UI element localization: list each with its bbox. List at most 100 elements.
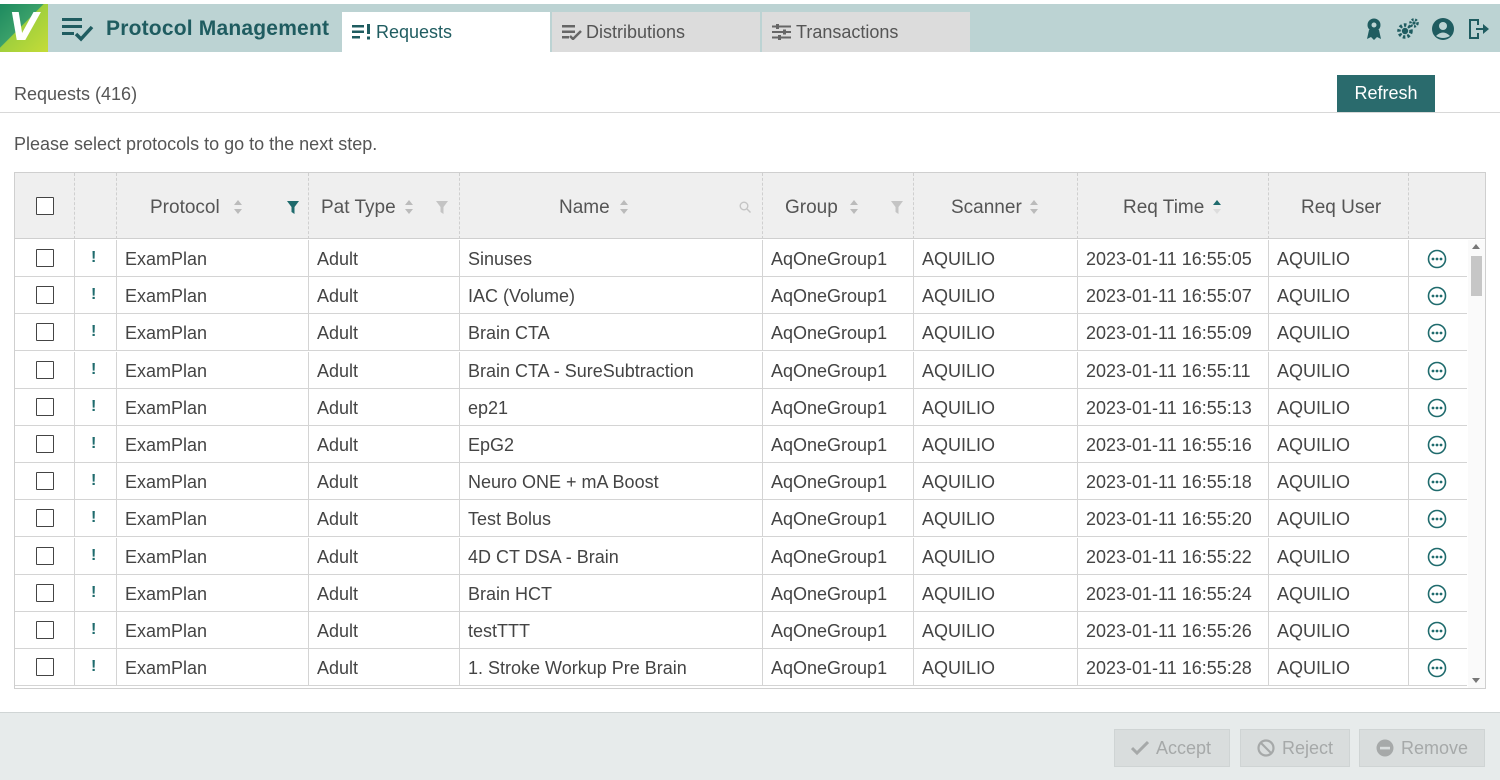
row-checkbox[interactable]	[36, 323, 54, 342]
name-value: testTTT	[468, 621, 530, 641]
actions-cell	[1409, 575, 1467, 612]
more-options-icon[interactable]	[1427, 509, 1447, 529]
sort-icon[interactable]	[1029, 199, 1039, 215]
remove-button[interactable]: Remove	[1359, 729, 1485, 767]
search-icon[interactable]	[739, 201, 751, 214]
sort-icon[interactable]	[849, 199, 859, 215]
column-name[interactable]: Name	[460, 173, 763, 239]
scanner-value: AQUILIO	[922, 323, 996, 344]
more-options-icon[interactable]	[1427, 658, 1447, 678]
row-checkbox[interactable]	[36, 621, 54, 639]
column-req-user[interactable]: Req User	[1269, 173, 1409, 239]
row-checkbox[interactable]	[36, 249, 54, 267]
header-select-cell	[15, 173, 75, 239]
status-cell: !	[75, 463, 117, 501]
table-row[interactable]: ! ExamPlan Adult Brain CTA AqOneGroup1 AQUILI…	[15, 314, 1467, 352]
table-row[interactable]: ! ExamPlan Adult Brain HCT AqOneGroup1 AQUILI…	[15, 574, 1467, 612]
filter-icon[interactable]	[891, 201, 903, 214]
table-row[interactable]: ! ExamPlan Adult Sinuses AqOneGroup1 AQUILIO 2…	[15, 240, 1467, 277]
table-row[interactable]: ! ExamPlan Adult Brain CTA - SureSubtractio…	[15, 351, 1467, 389]
app-logo: V	[0, 4, 48, 52]
cell-req-user: AQUILIO	[1269, 426, 1409, 463]
column-protocol[interactable]: Protocol	[117, 173, 309, 239]
cell-req-user: AQUILIO	[1269, 388, 1409, 426]
more-options-icon[interactable]	[1427, 323, 1447, 343]
cell-req-time: 2023-01-11 16:55:11	[1078, 351, 1269, 389]
row-checkbox[interactable]	[36, 546, 54, 565]
tab-transactions[interactable]: Transactions	[762, 12, 970, 52]
table-row[interactable]: ! ExamPlan Adult EpG2 AqOneGroup1 AQUILIO 2023…	[15, 426, 1467, 463]
req-time-value: 2023-01-11 16:55:26	[1086, 621, 1252, 641]
select-all-checkbox[interactable]	[36, 197, 54, 215]
table-row[interactable]: ! ExamPlan Adult IAC (Volume) AqOneGroup1 AQU…	[15, 277, 1467, 315]
req-user-value: AQUILIO	[1277, 472, 1351, 493]
scrollbar-thumb[interactable]	[1471, 256, 1482, 296]
scanner-value: AQUILIO	[922, 435, 996, 455]
row-checkbox[interactable]	[36, 509, 54, 528]
reject-label: Reject	[1282, 738, 1334, 758]
check-icon	[1131, 740, 1149, 756]
accept-button[interactable]: Accept	[1114, 729, 1230, 767]
row-checkbox[interactable]	[36, 360, 54, 379]
column-req-time[interactable]: Req Time	[1078, 173, 1269, 239]
column-pat-type[interactable]: Pat Type	[309, 173, 460, 239]
row-checkbox[interactable]	[36, 435, 54, 453]
filter-icon[interactable]	[287, 201, 299, 214]
sort-ascending-icon[interactable]	[1212, 199, 1222, 215]
table-row[interactable]: ! ExamPlan Adult Test Bolus AqOneGroup1 AQUIL…	[15, 500, 1467, 538]
award-icon[interactable]	[1362, 17, 1386, 41]
vertical-scrollbar[interactable]	[1468, 240, 1485, 688]
refresh-button[interactable]: Refresh	[1337, 75, 1435, 112]
scroll-down-arrow-icon[interactable]	[1472, 678, 1480, 683]
cell-group: AqOneGroup1	[763, 277, 914, 315]
instruction-text: Please select protocols to go to the nex…	[14, 134, 378, 154]
cell-group: AqOneGroup1	[763, 537, 914, 575]
gears-icon[interactable]	[1396, 17, 1420, 41]
row-checkbox[interactable]	[36, 658, 54, 677]
more-options-icon[interactable]	[1427, 435, 1447, 455]
name-value: Brain CTA - SureSubtraction	[468, 360, 694, 381]
row-checkbox[interactable]	[36, 472, 54, 491]
tab-distributions[interactable]: Distributions	[552, 12, 760, 52]
tab-requests[interactable]: Requests	[342, 12, 550, 52]
more-options-icon[interactable]	[1427, 472, 1447, 492]
column-scanner[interactable]: Scanner	[914, 173, 1078, 239]
row-checkbox[interactable]	[36, 397, 54, 416]
table-row[interactable]: ! ExamPlan Adult Neuro ONE + mA Boost AqOneG…	[15, 463, 1467, 501]
table-row[interactable]: ! ExamPlan Adult testTTT AqOneGroup1 AQUILIO 2…	[15, 612, 1467, 649]
group-value: AqOneGroup1	[771, 286, 888, 307]
table-row[interactable]: ! ExamPlan Adult 4D CT DSA - Brain AqOneGrou…	[15, 537, 1467, 575]
requests-table: Protocol Pat Type Name Group Scanner Req…	[14, 172, 1486, 689]
more-options-icon[interactable]	[1427, 249, 1447, 269]
select-cell	[15, 426, 75, 463]
sort-icon[interactable]	[233, 199, 243, 215]
select-cell	[15, 537, 75, 575]
more-options-icon[interactable]	[1427, 361, 1447, 381]
cell-req-user: AQUILIO	[1269, 574, 1409, 612]
user-icon[interactable]	[1431, 17, 1455, 41]
select-cell	[15, 574, 75, 612]
sort-icon[interactable]	[619, 199, 629, 215]
cell-protocol: ExamPlan	[117, 463, 309, 501]
more-options-icon[interactable]	[1427, 547, 1447, 567]
more-options-icon[interactable]	[1427, 621, 1447, 641]
name-value: Brain HCT	[468, 583, 553, 604]
cell-protocol: ExamPlan	[117, 537, 309, 575]
filter-icon[interactable]	[436, 201, 448, 214]
column-label: Req Time	[1123, 197, 1205, 218]
row-checkbox[interactable]	[36, 286, 54, 305]
column-group[interactable]: Group	[763, 173, 914, 239]
sort-icon[interactable]	[404, 199, 414, 215]
more-options-icon[interactable]	[1427, 286, 1447, 306]
logout-icon[interactable]	[1466, 17, 1490, 41]
protocol-value: ExamPlan	[125, 249, 208, 269]
scanner-value: AQUILIO	[922, 286, 996, 307]
more-options-icon[interactable]	[1427, 584, 1447, 604]
scroll-up-arrow-icon[interactable]	[1472, 244, 1480, 249]
row-checkbox[interactable]	[36, 583, 54, 602]
table-row[interactable]: ! ExamPlan Adult ep21 AqOneGroup1 AQUILIO 2023…	[15, 388, 1467, 426]
select-cell	[15, 388, 75, 426]
table-row[interactable]: ! ExamPlan Adult 1. Stroke Workup Pre Brain…	[15, 649, 1467, 687]
more-options-icon[interactable]	[1427, 398, 1447, 418]
reject-button[interactable]: Reject	[1240, 729, 1350, 767]
